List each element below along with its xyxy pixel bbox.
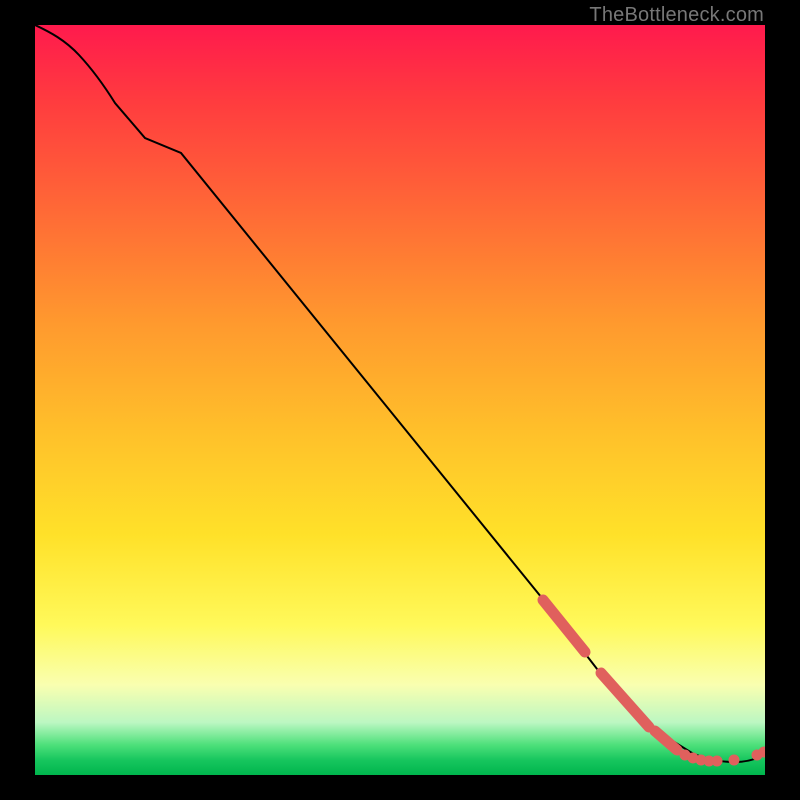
- plot-area: [35, 25, 765, 775]
- highlight-segment-b: [601, 673, 649, 727]
- highlight-dot: [729, 755, 740, 766]
- bottleneck-curve: [35, 25, 765, 762]
- chart-frame: TheBottleneck.com: [0, 0, 800, 800]
- highlight-segment-a: [543, 600, 585, 652]
- highlight-dot: [712, 756, 723, 767]
- highlight-segment-c: [655, 731, 677, 750]
- attribution-label: TheBottleneck.com: [589, 4, 764, 27]
- chart-svg: [35, 25, 765, 775]
